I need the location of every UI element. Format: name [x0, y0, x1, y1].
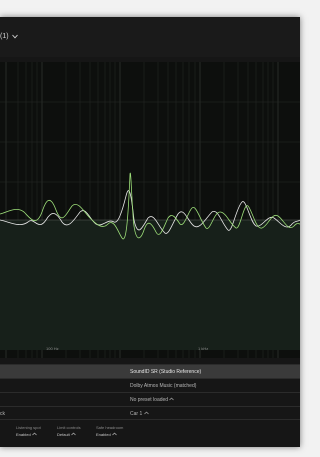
limit-controls-control[interactable]: Limit controls Default: [57, 425, 81, 437]
listening-spot-title: Listening spot: [16, 425, 41, 430]
preset-status-value: No preset loaded: [130, 397, 175, 403]
frequency-response-graph: 100 Hz 1 kHz: [0, 62, 300, 358]
limit-controls-value: Default: [57, 432, 81, 437]
translation-row[interactable]: Dolby Atmos Music (matched): [0, 378, 300, 393]
preset-title[interactable]: (1): [0, 33, 9, 40]
chevron-up-icon: [32, 432, 37, 436]
listening-spot-control[interactable]: Listening spot Enabled: [16, 425, 41, 437]
preset-row[interactable]: No preset loaded: [0, 392, 300, 407]
chevron-down-icon[interactable]: [12, 34, 18, 39]
title-bar: (1): [0, 17, 300, 57]
tick-label-100hz: 100 Hz: [46, 346, 59, 351]
chevron-up-icon: [71, 432, 76, 436]
target-curve-value: SoundID SR (Studio Reference): [130, 369, 202, 375]
limit-controls-title: Limit controls: [57, 425, 81, 430]
frequency-response-plot: 100 Hz 1 kHz: [0, 62, 300, 358]
response-area-fill: [0, 220, 300, 350]
info-panel: SoundID SR (Studio Reference) Dolby Atmo…: [0, 364, 300, 419]
safe-headroom-value: Enabled: [96, 432, 123, 437]
device-label: ck: [0, 411, 5, 417]
footer-settings: Listening spot Enabled Limit controls De…: [0, 419, 300, 447]
translation-value: Dolby Atmos Music (matched): [130, 383, 197, 389]
chevron-up-icon: [112, 432, 117, 436]
target-curve-row[interactable]: SoundID SR (Studio Reference): [0, 364, 300, 379]
listening-spot-value: Enabled: [16, 432, 41, 437]
safe-headroom-title: Safe headroom: [96, 425, 124, 430]
tick-label-1khz: 1 kHz: [198, 346, 208, 351]
chevron-up-icon: [143, 411, 149, 415]
chevron-up-icon: [169, 397, 175, 401]
safe-headroom-control[interactable]: Safe headroom Enabled: [96, 425, 123, 437]
device-value: Car 1: [130, 411, 149, 417]
app-window: (1) 100 Hz 1 kHz SoundID SR (Studio Refe…: [0, 17, 300, 447]
